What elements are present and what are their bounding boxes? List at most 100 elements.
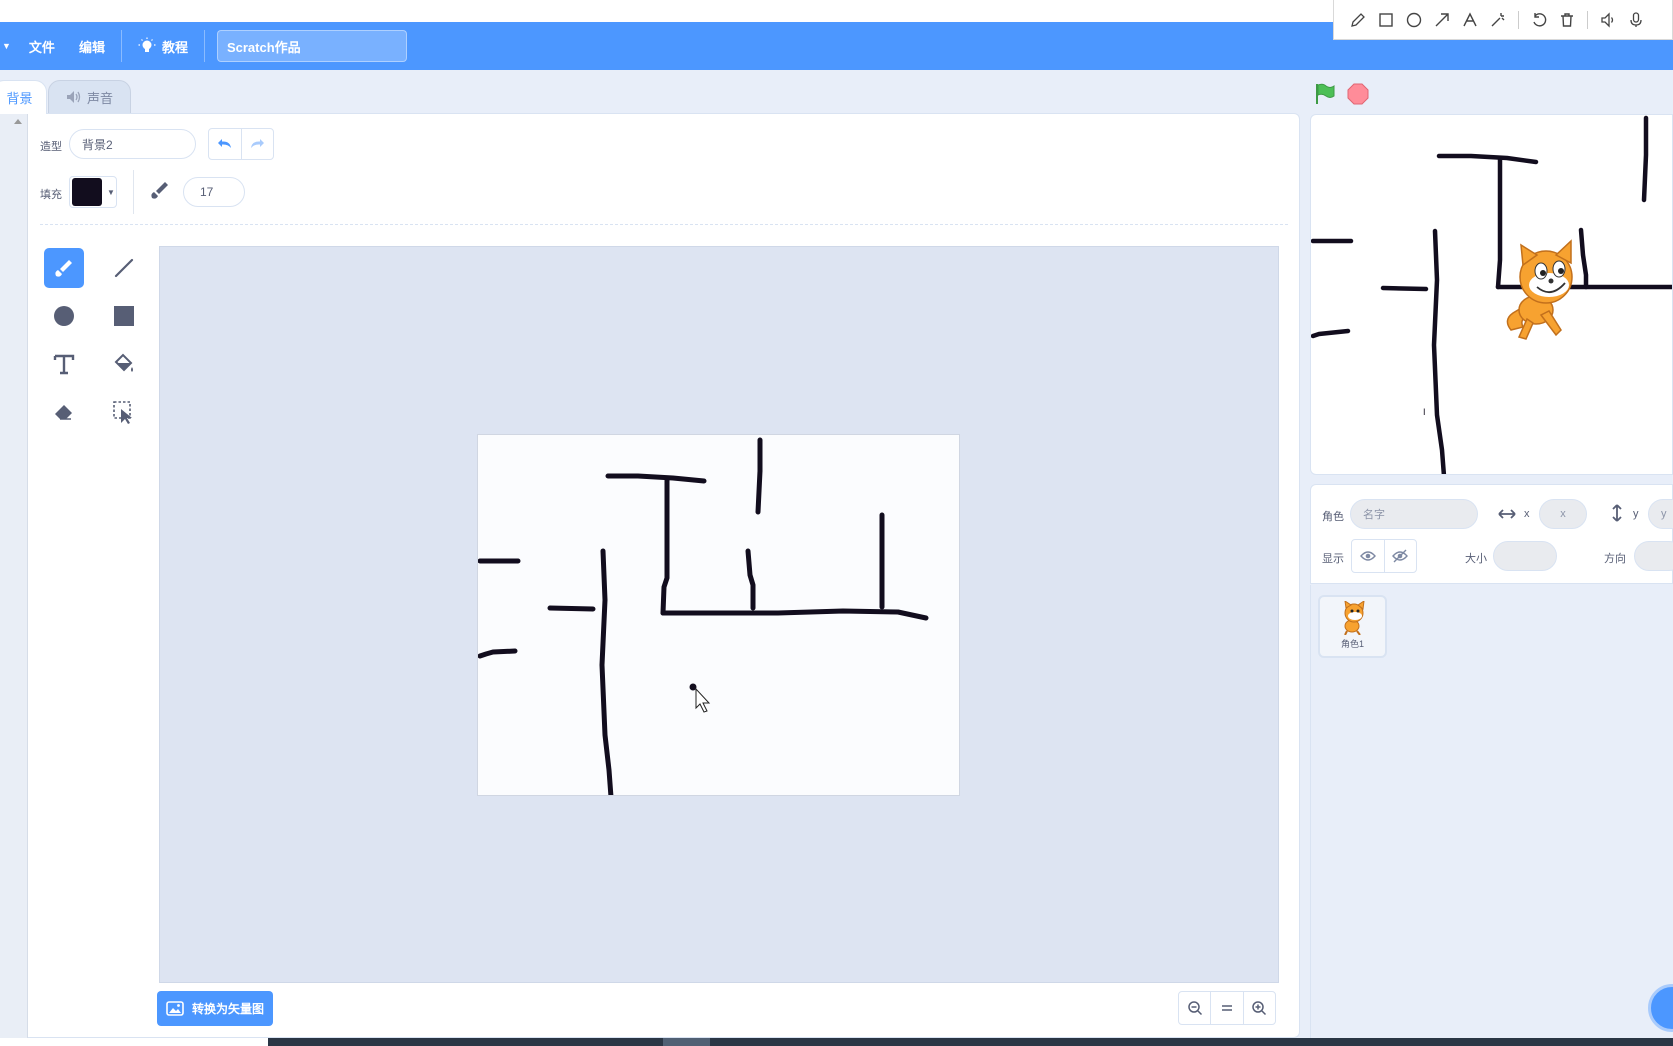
menu-edit[interactable]: 编辑 — [67, 22, 117, 70]
svg-text:I: I — [1423, 407, 1426, 417]
rectangle-icon[interactable] — [1372, 6, 1400, 34]
visibility-toggle — [1351, 539, 1417, 573]
x-input[interactable]: x — [1539, 499, 1587, 529]
show-sprite-button[interactable] — [1352, 540, 1384, 572]
eye-hidden-icon — [1392, 549, 1409, 563]
stage-backdrop: I — [1311, 115, 1672, 474]
scroll-up-icon[interactable] — [14, 119, 22, 124]
tab-sounds-label: 声音 — [86, 90, 113, 106]
toolbar-divider — [1518, 10, 1519, 29]
taskbar — [268, 1038, 1673, 1046]
zoom-controls — [1178, 991, 1276, 1025]
size-input[interactable] — [1493, 541, 1557, 571]
zoom-reset-button[interactable] — [1210, 992, 1242, 1024]
direction-input[interactable] — [1634, 541, 1673, 571]
maze-drawing — [478, 437, 929, 795]
costume-list-scrollbar[interactable] — [0, 113, 28, 1038]
speaker-icon — [66, 91, 81, 103]
microphone-icon[interactable] — [1622, 6, 1650, 34]
eraser-icon — [55, 405, 72, 420]
cat-sprite — [1506, 239, 1573, 340]
fill-color-picker[interactable]: ▼ — [69, 176, 117, 208]
tool-brush[interactable] — [44, 248, 84, 288]
y-label: y — [1633, 508, 1639, 520]
sprite-name: 角色1 — [1340, 639, 1364, 649]
sprite-thumbnail[interactable]: 角色1 — [1318, 595, 1387, 658]
menu-tutorials-label: 教程 — [161, 39, 188, 55]
tab-sounds[interactable]: 声音 — [48, 80, 131, 114]
dropdown-caret-icon: ▼ — [107, 187, 115, 197]
stop-icon[interactable] — [1347, 83, 1369, 105]
menu-tutorials[interactable]: 教程 — [126, 22, 200, 70]
rectangle-icon — [114, 306, 134, 326]
undo-icon — [217, 139, 231, 148]
brush-icon — [55, 260, 72, 277]
undo-button[interactable] — [209, 129, 241, 159]
tool-text[interactable] — [44, 344, 84, 384]
show-label: 显示 — [1322, 553, 1344, 565]
text-icon — [53, 354, 75, 375]
green-flag-icon[interactable] — [1313, 82, 1337, 106]
menu-divider — [120, 30, 122, 62]
paint-canvas[interactable] — [477, 434, 960, 796]
toolbar-separator — [40, 224, 1288, 225]
menu-divider — [203, 30, 205, 62]
tool-select[interactable] — [104, 392, 144, 432]
convert-to-vector-button[interactable]: 转换为矢量图 — [157, 991, 273, 1026]
undo-redo-group — [208, 128, 274, 160]
paint-bucket-icon — [114, 353, 133, 372]
speaker-icon[interactable] — [1594, 6, 1622, 34]
annotation-toolbar — [1333, 0, 1673, 40]
sprite-label: 角色 — [1322, 511, 1344, 523]
redo-icon — [251, 139, 265, 148]
tab-backdrop-label: 背景 — [6, 91, 33, 106]
direction-label: 方向 — [1604, 553, 1626, 565]
zoom-out-button[interactable] — [1179, 992, 1210, 1024]
zoom-in-button[interactable] — [1242, 992, 1275, 1024]
circle-icon — [54, 306, 74, 326]
fill-label: 填充 — [40, 189, 62, 201]
text-icon[interactable] — [1456, 6, 1484, 34]
fill-color-swatch — [72, 178, 102, 206]
pencil-icon[interactable] — [1344, 6, 1372, 34]
costume-name-input[interactable]: 背景2 — [69, 129, 196, 159]
zoom-in-icon — [1252, 1001, 1267, 1016]
trash-icon[interactable] — [1553, 6, 1581, 34]
brush-size-input[interactable]: 17 — [183, 177, 245, 207]
vertical-arrows-icon — [1612, 504, 1622, 522]
x-label: x — [1524, 508, 1530, 520]
cat-sprite-thumbnail — [1343, 601, 1365, 635]
eye-icon — [1359, 551, 1376, 561]
zoom-out-icon — [1187, 1001, 1202, 1016]
arrow-icon[interactable] — [1428, 6, 1456, 34]
equals-icon — [1221, 1005, 1232, 1011]
y-input[interactable]: y — [1648, 499, 1673, 529]
toolbar-divider — [133, 170, 134, 214]
tool-circle[interactable] — [44, 296, 84, 336]
menu-file[interactable]: 文件 — [17, 22, 67, 70]
stage[interactable]: I — [1310, 114, 1673, 475]
brush-size-icon — [151, 182, 168, 199]
tool-rectangle[interactable] — [104, 296, 144, 336]
taskbar-item[interactable] — [663, 1038, 710, 1046]
project-title-input[interactable]: Scratch作品 — [216, 30, 407, 62]
circle-icon[interactable] — [1400, 6, 1428, 34]
image-icon — [166, 1000, 184, 1016]
size-label: 大小 — [1465, 553, 1487, 565]
bottom-edge — [0, 1038, 268, 1046]
hide-sprite-button[interactable] — [1383, 540, 1417, 572]
tab-backdrop[interactable]: 背景 — [0, 80, 47, 114]
costume-label: 造型 — [40, 141, 62, 153]
toolbar-divider — [1587, 10, 1588, 29]
lightbulb-icon — [138, 37, 156, 52]
tool-fill[interactable] — [104, 344, 144, 384]
tool-line[interactable] — [104, 248, 144, 288]
magic-wand-icon[interactable] — [1484, 6, 1512, 34]
sprite-name-input[interactable]: 名字 — [1350, 499, 1478, 529]
undo-icon[interactable] — [1525, 6, 1553, 34]
redo-button[interactable] — [240, 129, 273, 159]
menu-caret-icon[interactable]: ▼ — [0, 22, 17, 70]
tool-eraser[interactable] — [44, 392, 84, 432]
convert-to-vector-label: 转换为矢量图 — [191, 1002, 264, 1016]
select-icon — [113, 401, 132, 424]
